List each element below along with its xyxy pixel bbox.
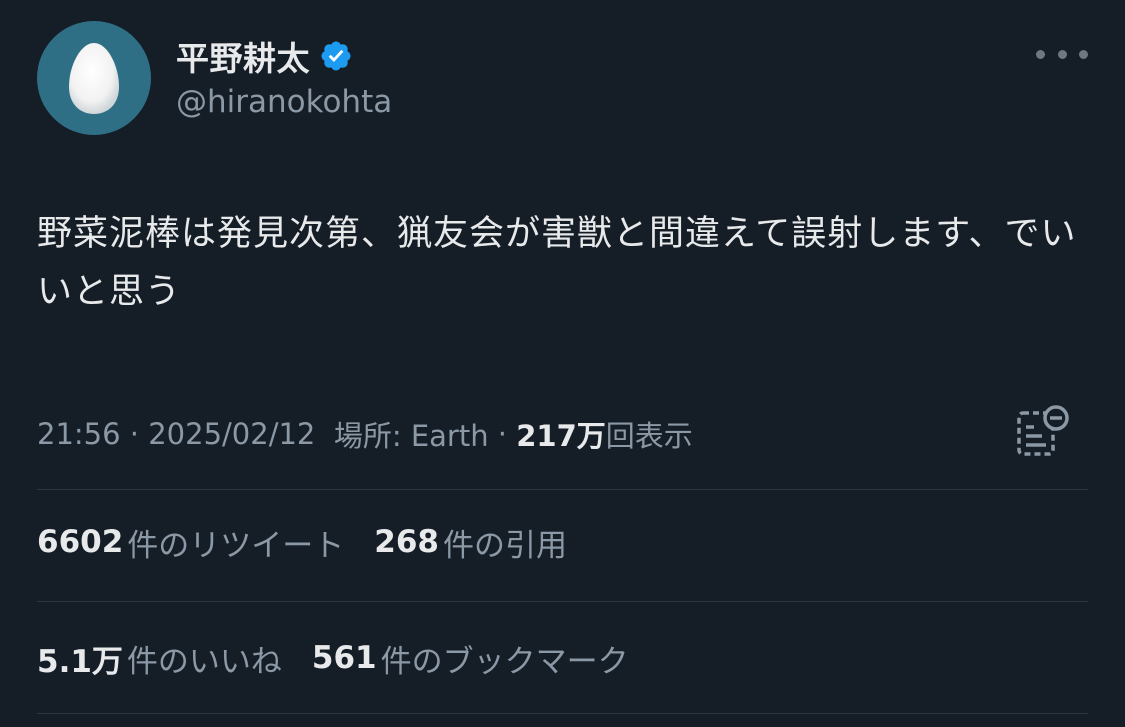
likes-label: 件のいいね: [126, 643, 282, 680]
bookmarks-count: 561: [311, 640, 377, 676]
user-handle[interactable]: @hiranokohta: [176, 84, 392, 120]
divider: [37, 713, 1088, 714]
likes-count: 5.1万: [37, 643, 123, 680]
more-dot-icon: [1036, 49, 1045, 59]
tweet-text: 野菜泥棒は発見次第、猟友会が害獣と間違えて誤射します、でいいと思う: [37, 214, 1077, 312]
quotes-label: 件の引用: [443, 527, 567, 564]
more-dot-icon: [1079, 49, 1088, 59]
stats-row-engagement: 5.1万 件のいいね 561 件のブックマーク: [37, 636, 659, 680]
more-options-button[interactable]: [1036, 36, 1088, 72]
quotes-count: 268: [374, 524, 439, 560]
display-name-text[interactable]: 平野耕太: [176, 32, 310, 80]
likes-stat[interactable]: 5.1万 件のいいね: [37, 636, 282, 681]
tweet-time[interactable]: 21:56: [37, 417, 121, 451]
quotes-stat[interactable]: 268 件の引用: [374, 520, 567, 565]
stats-row-shares: 6602 件のリツイート 268 件の引用: [37, 520, 597, 564]
display-name[interactable]: 平野耕太: [176, 34, 353, 78]
meta-separator: ·: [488, 417, 517, 451]
verified-badge-icon[interactable]: [319, 39, 353, 73]
meta-separator: ·: [120, 417, 149, 451]
retweets-stat[interactable]: 6602 件のリツイート: [37, 520, 344, 565]
views-label: 回表示: [605, 419, 693, 453]
bookmarks-stat[interactable]: 561 件のブックマーク: [312, 636, 629, 681]
tweet-location: 場所: Earth: [333, 419, 489, 453]
retweets-count: 6602: [37, 524, 124, 560]
divider: [37, 489, 1088, 490]
retweets-label: 件のリツイート: [127, 527, 345, 564]
divider: [37, 601, 1088, 602]
egg-avatar-icon: [69, 43, 119, 114]
tweet-date[interactable]: 2025/02/12: [148, 417, 315, 451]
post-analytics-icon[interactable]: [1012, 404, 1072, 460]
views-count: 217万: [516, 419, 606, 453]
tweet-meta: 21:56 · 2025/02/12 場所: Earth · 217万 回表示: [37, 412, 693, 456]
bookmarks-label: 件のブックマーク: [380, 643, 629, 680]
avatar[interactable]: [37, 21, 151, 135]
more-dot-icon: [1057, 49, 1067, 59]
meta-spacer: [315, 417, 333, 451]
